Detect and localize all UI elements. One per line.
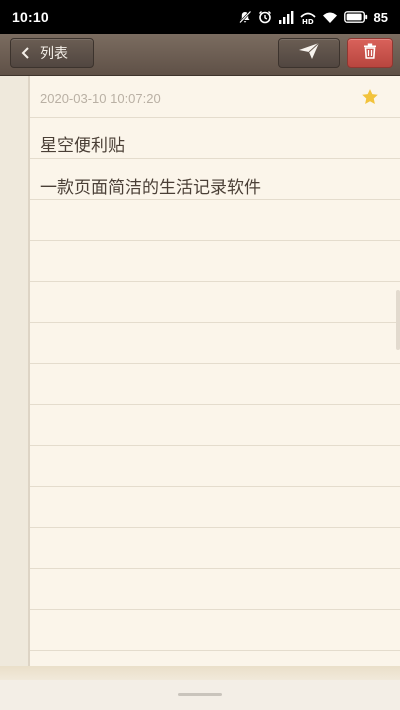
star-icon[interactable] bbox=[361, 88, 379, 110]
toolbar: 列表 bbox=[0, 34, 400, 76]
status-bar: 10:10 HD 85 bbox=[0, 0, 400, 34]
bottom-bar bbox=[0, 666, 400, 710]
note-line-title: 星空便利贴 bbox=[40, 136, 125, 156]
home-indicator[interactable] bbox=[178, 693, 222, 696]
status-time: 10:10 bbox=[12, 9, 49, 25]
send-icon bbox=[298, 42, 320, 64]
back-button[interactable]: 列表 bbox=[10, 38, 94, 68]
mute-icon bbox=[238, 10, 252, 24]
battery-level: 85 bbox=[373, 9, 388, 25]
send-button[interactable] bbox=[278, 38, 340, 68]
chevron-left-icon bbox=[21, 47, 30, 59]
battery-icon bbox=[343, 11, 368, 23]
note-line-body: 一款页面简洁的生活记录软件 bbox=[40, 178, 261, 198]
paper-bottom-edge bbox=[0, 666, 400, 680]
note-paper[interactable]: 2020-03-10 10:07:20 星空便利贴 一款页面简洁的生活记录软件 bbox=[0, 76, 400, 666]
delete-button[interactable] bbox=[347, 38, 393, 68]
app-screen: 10:10 HD 85 列表 2020-03-10 10:07:20 星空便利贴… bbox=[0, 0, 400, 710]
note-date: 2020-03-10 10:07:20 bbox=[40, 91, 161, 106]
back-button-label: 列表 bbox=[40, 46, 68, 62]
trash-icon bbox=[363, 43, 377, 63]
hd-icon: HD bbox=[299, 11, 316, 24]
wifi-icon bbox=[322, 11, 338, 24]
scroll-indicator[interactable] bbox=[396, 290, 400, 350]
signal-icon bbox=[278, 10, 294, 24]
svg-text:HD: HD bbox=[302, 18, 314, 24]
status-icons: HD 85 bbox=[238, 10, 388, 25]
note-margin bbox=[0, 76, 30, 666]
alarm-icon bbox=[258, 10, 272, 24]
